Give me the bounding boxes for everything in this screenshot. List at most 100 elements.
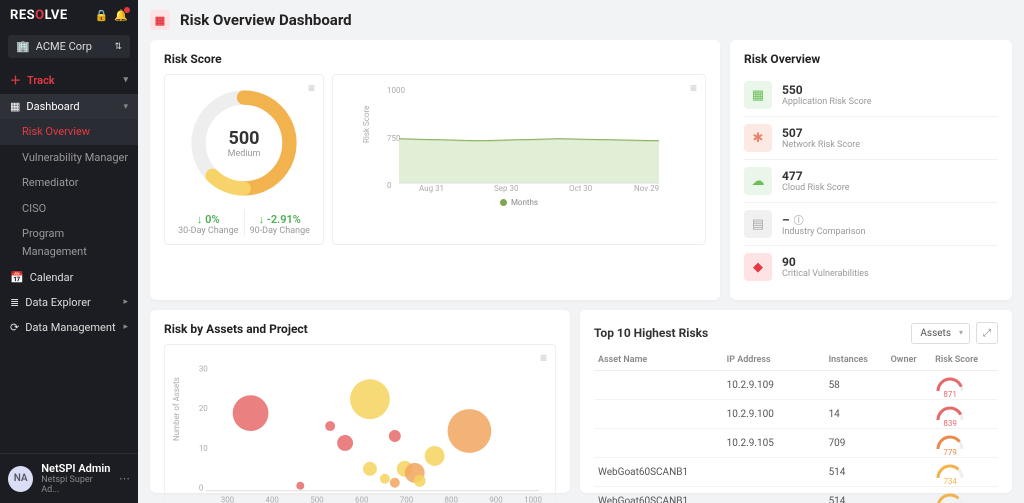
nav-data-management[interactable]: ⟳Data Management▸ [0,315,138,340]
svg-text:Nov 29: Nov 29 [634,184,659,193]
chevron-updown-icon: ⇅ [114,42,122,52]
subnav-remediator[interactable]: Remediator [0,170,138,196]
page-title: ▦ Risk Overview Dashboard [150,10,1012,30]
cell-instances: 514 [825,487,887,503]
sidebar: RESOLVE 🔒 🔔 🏢 ACME Corp ⇅ ＋Track▾ ▦Dashb… [0,0,138,503]
card-title: Risk by Assets and Project [164,322,556,336]
panel-menu-icon[interactable]: ≡ [690,81,697,95]
svg-text:Number of Assets: Number of Assets [172,377,181,441]
risk-overview-card: Risk Overview ▦ 550 Application Risk Sco… [730,40,1012,300]
overview-value: 550 [782,83,872,97]
lock-icon[interactable]: 🔒 [95,9,109,22]
cell-ip: 10.2.9.100 [723,400,825,429]
svg-text:900: 900 [489,496,503,503]
svg-text:30: 30 [199,364,208,373]
assets-select[interactable]: Assets [911,323,970,344]
overview-value: –ⓘ [782,212,865,227]
cell-owner [887,371,932,400]
overview-label: Application Risk Score [782,97,872,107]
overview-item[interactable]: ☁ 477 Cloud Risk Score [744,160,998,203]
overview-item[interactable]: ▦ 550 Application Risk Score [744,74,998,117]
company-icon: 🏢 [16,40,30,53]
table-row[interactable]: 10.2.9.105 709 779 [594,429,998,458]
top-risks-card: Top 10 Highest Risks Assets ⤢ Asset Name… [580,310,1012,493]
nav-data-explorer[interactable]: ≣Data Explorer▸ [0,290,138,315]
table-row[interactable]: WebGoat60SCANB1 514 734 [594,458,998,487]
cell-owner [887,429,932,458]
panel-menu-icon[interactable]: ≡ [540,351,547,365]
cell-ip: 10.2.9.109 [723,371,825,400]
col-instances[interactable]: Instances [825,350,887,371]
cell-ip [723,487,825,503]
gauge-panel: ≡ 500 Medium ↓ 0%30-Day Change [164,74,324,245]
expand-icon[interactable]: ⤢ [976,322,998,344]
risk-score-card: Risk Score ≡ 500 Medium [150,40,720,300]
overview-label: Cloud Risk Score [782,183,850,193]
overview-icon: ☁ [744,167,772,195]
overview-item[interactable]: ◆ 90 Critical Vulnerabilities [744,246,998,288]
overview-icon: ▤ [744,210,772,238]
trend-chart: 1000 750 0 Aug 31 Sep 30 Oct 30 Nov 29 R… [341,83,697,193]
user-name: NetSPI Admin [41,462,111,475]
change-30d-label: 30-Day Change [173,226,244,236]
table-row[interactable]: WebGoat60SCANB1 514 732 [594,487,998,503]
card-title: Top 10 Highest Risks [594,326,708,340]
overview-icon: ◆ [744,253,772,281]
cell-score: 732 [931,487,998,503]
col-owner[interactable]: Owner [887,350,932,371]
cell-owner [887,400,932,429]
col-ip[interactable]: IP Address [723,350,825,371]
cell-score: 871 [931,371,998,400]
overview-value: 477 [782,169,850,183]
svg-text:800: 800 [445,496,459,503]
nav-track[interactable]: ＋Track▾ [0,66,138,94]
change-90d-value: ↓ -2.91% [245,213,316,226]
overview-item[interactable]: ▤ –ⓘ Industry Comparison [744,203,998,246]
company-selector[interactable]: 🏢 ACME Corp ⇅ [8,35,130,58]
cell-score: 839 [931,400,998,429]
col-risk-score[interactable]: Risk Score [931,350,998,371]
nav-calendar[interactable]: 📅Calendar [0,265,138,290]
overview-item[interactable]: ✱ 507 Network Risk Score [744,117,998,160]
more-icon[interactable]: ⋯ [119,472,130,485]
cell-instances: 514 [825,458,887,487]
cell-ip [723,458,825,487]
svg-text:700: 700 [400,496,414,503]
table-row[interactable]: 10.2.9.109 58 871 [594,371,998,400]
overview-label: Industry Comparison [782,227,865,237]
bubble-chart: Number of Assets 30 20 10 0 [171,351,549,503]
subnav-ciso[interactable]: CISO [0,196,138,222]
info-icon[interactable]: ⓘ [794,216,804,227]
svg-text:Sep 30: Sep 30 [494,184,519,193]
overview-icon: ✱ [744,124,772,152]
panel-menu-icon[interactable]: ≡ [308,81,315,95]
chevron-right-icon: ▸ [123,297,128,307]
subnav-risk-overview[interactable]: Risk Overview [0,119,138,145]
svg-text:400: 400 [266,496,280,503]
calendar-icon: 📅 [10,271,24,284]
svg-text:750: 750 [387,134,401,143]
user-footer[interactable]: NA NetSPI Admin Netspi Super Ad... ⋯ [0,453,138,503]
overview-icon: ▦ [744,81,772,109]
card-title: Risk Score [164,52,706,66]
trend-legend: Months [341,198,697,207]
cell-score: 734 [931,458,998,487]
nav-dashboard[interactable]: ▦Dashboard▾ [0,94,138,119]
cell-instances: 14 [825,400,887,429]
table-row[interactable]: 10.2.9.100 14 839 [594,400,998,429]
cell-asset [594,400,723,429]
svg-text:10: 10 [199,444,208,453]
bell-icon[interactable]: 🔔 [114,9,128,22]
mini-gauge: 839 [935,406,965,422]
subnav-program-mgmt[interactable]: Program Management [0,221,138,264]
risks-table: Asset Name IP Address Instances Owner Ri… [594,350,998,503]
overview-label: Critical Vulnerabilities [782,269,869,279]
mini-gauge: 871 [935,377,965,393]
svg-text:20: 20 [199,404,208,413]
svg-text:Aug 31: Aug 31 [419,184,444,193]
svg-text:0: 0 [199,484,204,493]
subnav-vuln-manager[interactable]: Vulnerability Manager [0,145,138,171]
col-asset-name[interactable]: Asset Name [594,350,723,371]
change-30d-value: ↓ 0% [173,213,244,226]
svg-text:300: 300 [221,496,235,503]
